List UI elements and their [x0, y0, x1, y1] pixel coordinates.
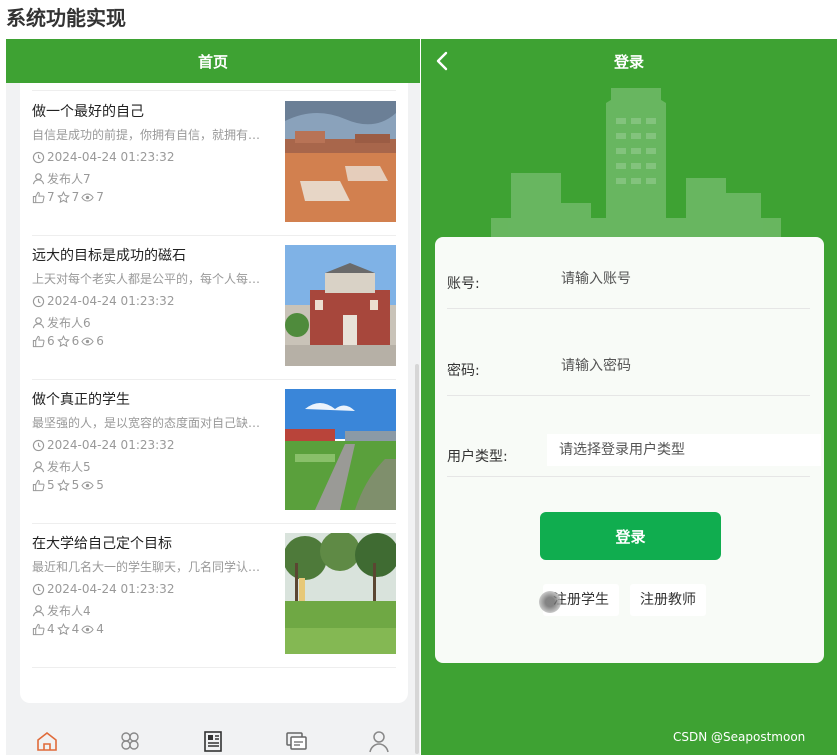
- eye-icon: [81, 336, 94, 346]
- usertype-label: 用户类型:: [447, 449, 508, 465]
- city-skyline-illustration: [491, 88, 781, 243]
- login-title: 登录: [613, 52, 644, 71]
- favorite-count: 5: [71, 478, 80, 492]
- article-thumbnail[interactable]: [285, 245, 396, 366]
- user-icon: [32, 605, 45, 617]
- article-item[interactable]: 在大学给自己定个目标 最近和几名大一的学生聊天，几名同学认… 2024-04-2…: [32, 523, 396, 668]
- article-title: 做个真正的学生: [32, 392, 130, 408]
- clock-icon: [32, 151, 45, 163]
- favorite-count: 4: [71, 622, 80, 636]
- eye-icon: [81, 480, 94, 490]
- login-button[interactable]: 登录: [540, 512, 721, 560]
- user-icon: [32, 461, 45, 473]
- home-screen: 首页 做一个最好的自己 自信是成功的前提，你拥有自信，就拥有… 2024-04-…: [6, 39, 420, 755]
- article-time: 2024-04-24 01:23:32: [47, 582, 175, 596]
- article-desc: 上天对每个老实人都是公平的，每个人每…: [32, 272, 261, 286]
- star-icon[interactable]: [56, 478, 70, 492]
- password-row: 密码:: [447, 342, 819, 396]
- tab-home[interactable]: [32, 729, 62, 755]
- tab-message[interactable]: [281, 729, 311, 755]
- account-label: 账号:: [447, 276, 480, 292]
- article-feed[interactable]: 做一个最好的自己 自信是成功的前提，你拥有自信，就拥有… 2024-04-24 …: [20, 83, 408, 703]
- login-screen: 登录 账号: 密码: 用户类型:: [421, 39, 837, 755]
- thumb-up-icon[interactable]: [32, 479, 45, 492]
- article-time: 2024-04-24 01:23:32: [47, 438, 175, 452]
- article-desc: 自信是成功的前提，你拥有自信，就拥有…: [32, 128, 261, 142]
- register-teacher-button[interactable]: 注册教师: [630, 584, 706, 616]
- view-count: 5: [96, 478, 104, 492]
- thumb-up-icon[interactable]: [32, 335, 45, 348]
- tab-news[interactable]: [198, 729, 228, 755]
- clock-icon: [32, 295, 45, 307]
- home-title: 首页: [197, 52, 228, 71]
- usertype-select[interactable]: 请选择登录用户类型: [547, 434, 821, 466]
- like-count: 7: [47, 190, 55, 204]
- article-time: 2024-04-24 01:23:32: [47, 150, 175, 164]
- tab-category[interactable]: [115, 729, 145, 755]
- view-count: 6: [96, 334, 104, 348]
- feed-scrollbar[interactable]: [415, 364, 419, 754]
- article-publisher: 发布人4: [47, 604, 91, 618]
- account-row: 账号:: [447, 255, 819, 309]
- article-publisher: 发布人6: [47, 316, 91, 330]
- article-title: 在大学给自己定个目标: [32, 536, 172, 552]
- article-item[interactable]: 做一个最好的自己 自信是成功的前提，你拥有自信，就拥有… 2024-04-24 …: [32, 91, 396, 236]
- category-icon: [121, 732, 139, 750]
- article-desc: 最近和几名大一的学生聊天，几名同学认…: [32, 560, 261, 574]
- like-count: 4: [47, 622, 55, 636]
- article-desc: 最坚强的人，是以宽容的态度面对自己缺…: [32, 416, 261, 430]
- thumb-up-icon[interactable]: [32, 191, 45, 204]
- message-icon: [286, 732, 307, 750]
- user-icon: [32, 317, 45, 329]
- thumb-up-icon[interactable]: [32, 623, 45, 636]
- account-input[interactable]: [549, 263, 819, 295]
- like-count: 6: [47, 334, 55, 348]
- page-heading: 系统功能实现: [6, 6, 126, 30]
- article-item[interactable]: 做个真正的学生 最坚强的人，是以宽容的态度面对自己缺… 2024-04-24 0…: [32, 379, 396, 524]
- home-icon: [37, 731, 58, 751]
- bottom-tabbar: [6, 729, 420, 755]
- eye-icon: [81, 624, 94, 634]
- view-count: 7: [96, 190, 104, 204]
- article-time: 2024-04-24 01:23:32: [47, 294, 175, 308]
- home-header: 首页: [6, 39, 420, 83]
- profile-icon: [368, 731, 389, 753]
- article-publisher: 发布人5: [47, 460, 91, 474]
- password-input[interactable]: [549, 350, 819, 382]
- tab-profile[interactable]: [364, 729, 394, 755]
- back-arrow-icon[interactable]: [431, 49, 455, 73]
- star-icon[interactable]: [56, 622, 70, 636]
- article-thumbnail[interactable]: [285, 389, 396, 510]
- article-item[interactable]: 远大的目标是成功的磁石 上天对每个老实人都是公平的，每个人每… 2024-04-…: [32, 235, 396, 380]
- login-form-card: 账号: 密码: 用户类型: 请选择登录用户类型 登录 注册学生 注册教师: [435, 237, 824, 663]
- article-thumbnail[interactable]: [285, 101, 396, 222]
- usertype-row: 用户类型: 请选择登录用户类型: [447, 422, 821, 477]
- eye-icon: [81, 192, 94, 202]
- touch-indicator: [539, 591, 561, 613]
- article-thumbnail[interactable]: [285, 533, 396, 654]
- article-title: 做一个最好的自己: [32, 104, 144, 120]
- article-publisher: 发布人7: [47, 172, 91, 186]
- user-icon: [32, 173, 45, 185]
- clock-icon: [32, 583, 45, 595]
- login-header: 登录: [421, 39, 837, 83]
- star-icon[interactable]: [56, 334, 70, 348]
- news-icon: [204, 731, 222, 752]
- watermark: CSDN @Seapostmoon: [673, 730, 806, 744]
- password-label: 密码:: [447, 363, 480, 379]
- article-title: 远大的目标是成功的磁石: [32, 248, 186, 264]
- view-count: 4: [96, 622, 104, 636]
- favorite-count: 7: [71, 190, 80, 204]
- star-icon[interactable]: [56, 190, 70, 204]
- favorite-count: 6: [71, 334, 80, 348]
- like-count: 5: [47, 478, 55, 492]
- clock-icon: [32, 439, 45, 451]
